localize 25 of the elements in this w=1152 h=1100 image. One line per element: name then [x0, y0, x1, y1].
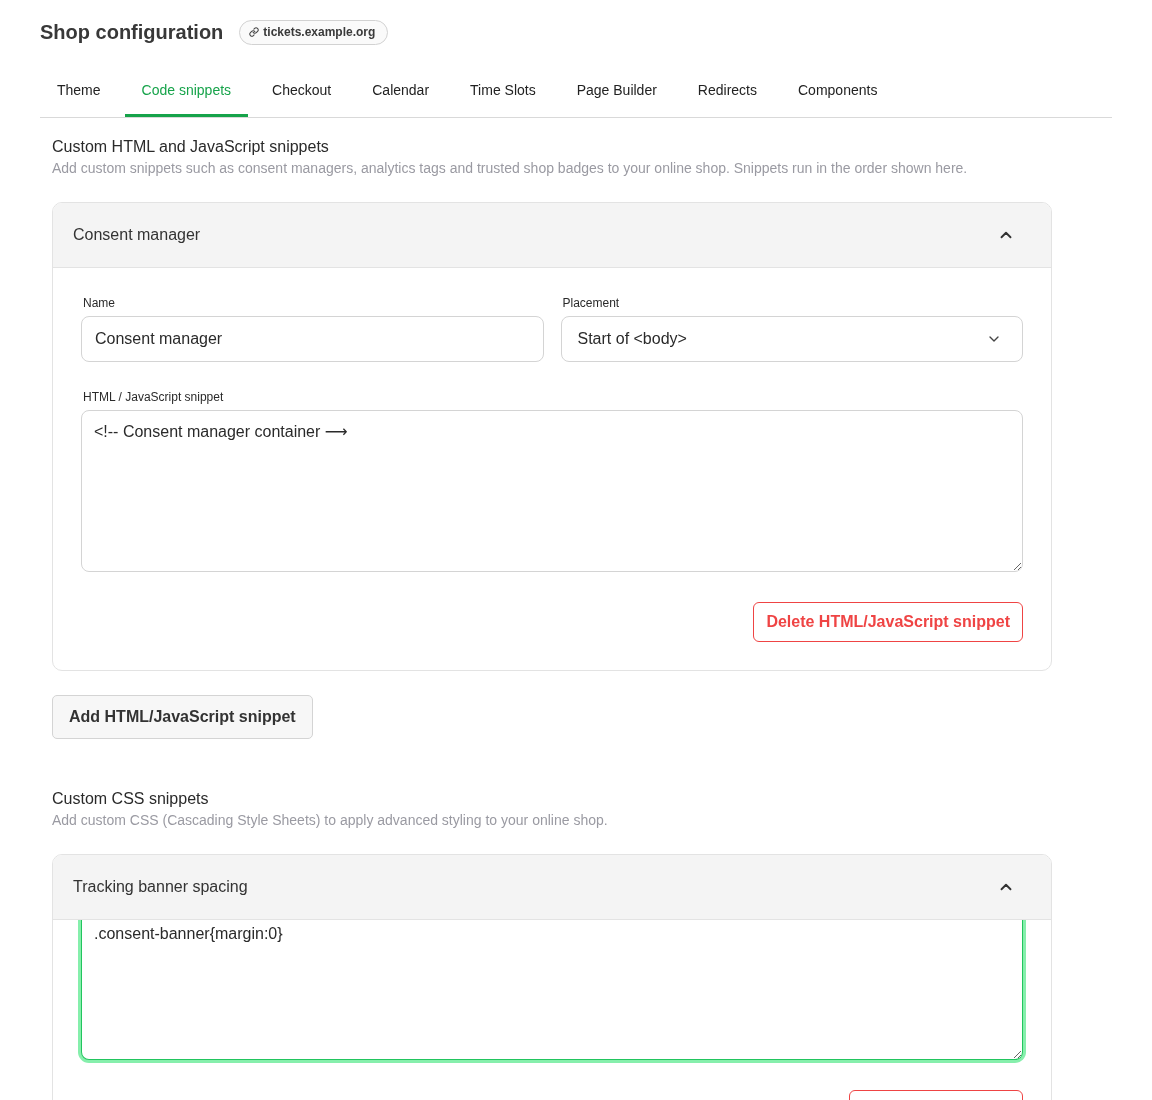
page-title: Shop configuration — [40, 20, 224, 45]
delete-button[interactable]: Delete HTML/JavaScript snippet — [753, 602, 1023, 642]
tab[interactable]: Time Slots — [453, 62, 553, 117]
placement-select[interactable]: Start of <body> — [560, 316, 1023, 362]
tab[interactable]: Checkout — [255, 62, 349, 117]
tab[interactable]: Theme — [40, 62, 118, 117]
tab[interactable]: Calendar — [355, 62, 447, 117]
tab[interactable]: Redirects — [680, 62, 774, 117]
section-title: Custom HTML and JavaScript snippets — [52, 137, 330, 157]
name-input[interactable]: Consent manager — [81, 316, 544, 362]
field-label: Placement — [562, 296, 621, 310]
section-description: Add custom snippets such as consent managers, analytics tags and trusted shop badges to your online shop. Snippets run in the order shown here. — [52, 159, 969, 177]
section-description: Add custom CSS (Cascading Style Sheets) to apply advanced styling to your online shop. — [52, 811, 609, 829]
code-textarea[interactable]: <!-- Consent manager container ⟶ — [81, 410, 1023, 572]
accordion-header[interactable]: Tracking banner spacing — [53, 855, 1051, 920]
add-snippet-button[interactable]: Add HTML/JavaScript snippet — [52, 695, 313, 739]
domain-link[interactable]: tickets.example.org — [239, 19, 389, 45]
tab[interactable]: Page Builder — [559, 62, 674, 117]
section-title: Custom CSS snippets — [52, 789, 210, 809]
field-label: HTML / JavaScript snippet — [83, 390, 225, 404]
accordion-header[interactable]: Consent manager — [53, 203, 1051, 268]
field-label: Name — [83, 296, 116, 310]
tab[interactable]: Components — [781, 62, 895, 117]
code-textarea[interactable]: .consent-banner{margin:0} — [81, 920, 1023, 1060]
link-icon — [249, 27, 260, 37]
